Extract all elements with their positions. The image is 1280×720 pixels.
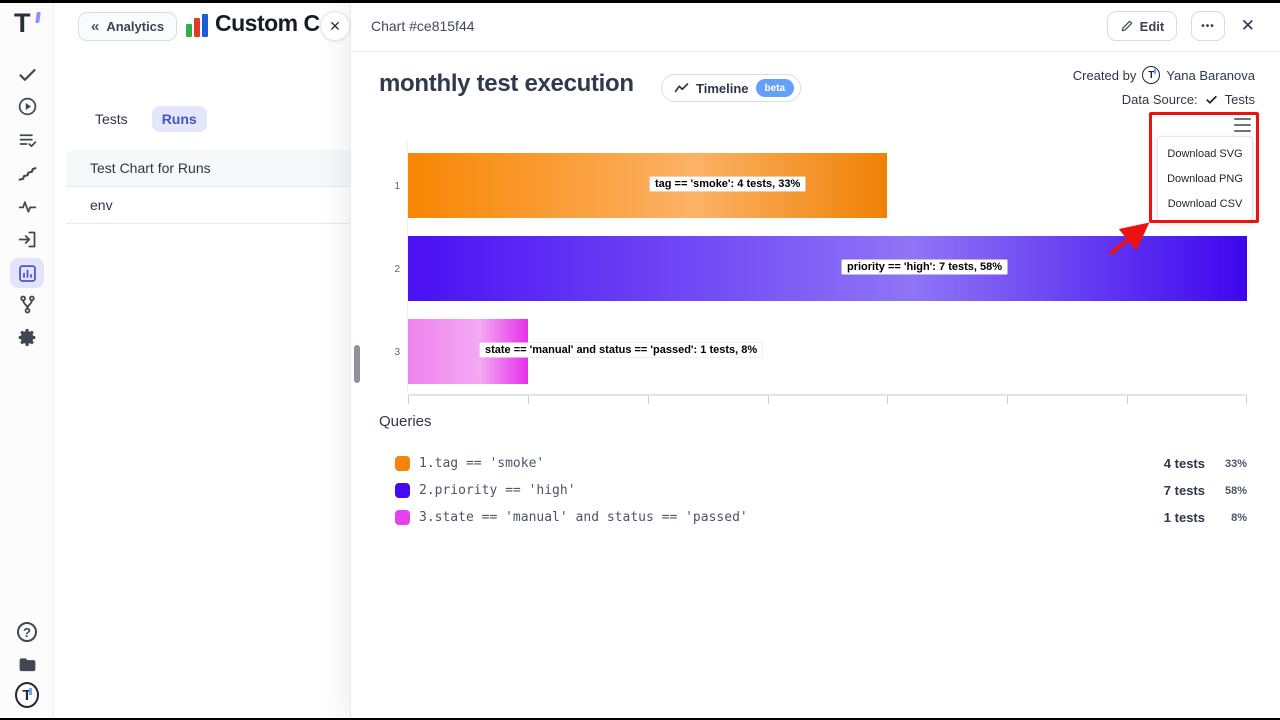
query-percentage: 8% (1205, 512, 1247, 524)
projects-icon[interactable] (15, 652, 39, 676)
created-by-row: Created by T Yana Baranova (1073, 66, 1255, 84)
chevrons-left-icon: « (91, 18, 99, 35)
tests-icon[interactable] (15, 62, 39, 86)
created-by-label: Created by (1073, 68, 1137, 83)
query-tests-count: 7 tests (1135, 483, 1205, 498)
settings-icon[interactable] (15, 325, 39, 349)
data-source-row: Data Source: Tests (1122, 92, 1255, 107)
swatch-indigo (395, 483, 410, 498)
chart-title: monthly test execution (379, 70, 634, 98)
bar-label-2: priority == 'high': 7 tests, 58% (842, 260, 1007, 274)
query-tests-count: 1 tests (1135, 510, 1205, 525)
charts-panel: « Analytics Custom C ✕ Tests Runs Test C… (54, 0, 350, 720)
help-icon[interactable]: ? (15, 620, 39, 644)
download-menu: Download SVG Download PNG Download CSV (1157, 136, 1253, 221)
creator-avatar: T (1142, 66, 1160, 84)
menu-item-download-png[interactable]: Download PNG (1158, 166, 1252, 191)
queries-legend: 1. tag == 'smoke' 4 tests 33% 2. priorit… (395, 450, 1247, 531)
swatch-magenta (395, 510, 410, 525)
list-item-env[interactable]: env (66, 187, 350, 224)
bar-priority-high (408, 236, 1247, 301)
check-icon (1205, 93, 1218, 106)
beta-badge: beta (756, 79, 795, 97)
query-row: 3. state == 'manual' and status == 'pass… (395, 504, 1247, 531)
close-icon: ✕ (1241, 16, 1255, 35)
bar-smoke (408, 153, 887, 218)
pencil-icon (1120, 19, 1134, 33)
bar-label-3: state == 'manual' and status == 'passed'… (480, 343, 762, 357)
panel-close-button[interactable]: ✕ (320, 11, 350, 41)
query-number: 3. (419, 510, 435, 525)
import-icon[interactable] (15, 227, 39, 251)
drawer-close-button[interactable]: ✕ (1239, 16, 1257, 36)
menu-item-download-csv[interactable]: Download CSV (1158, 191, 1252, 216)
back-button-label: Analytics (106, 19, 164, 34)
y-tick-2: 2 (382, 264, 400, 275)
chart-id-title: Chart #ce815f44 (371, 18, 475, 34)
query-percentage: 58% (1205, 485, 1247, 497)
edit-button[interactable]: Edit (1107, 11, 1178, 41)
app-logo[interactable]: T (14, 8, 30, 39)
y-tick-3: 3 (382, 347, 400, 358)
query-number: 1. (419, 456, 435, 471)
query-number: 2. (419, 483, 435, 498)
scrollbar-thumb[interactable] (354, 345, 360, 383)
panel-title: Custom C (215, 10, 327, 44)
queries-heading: Queries (379, 413, 432, 430)
timeline-label: Timeline (696, 81, 749, 96)
plans-icon[interactable] (15, 128, 39, 152)
back-to-analytics-button[interactable]: « Analytics (78, 12, 177, 41)
data-source-value: Tests (1225, 92, 1255, 107)
creator-name: Yana Baranova (1166, 68, 1255, 83)
user-avatar[interactable]: T (15, 683, 39, 707)
query-text: priority == 'high' (435, 483, 576, 498)
ellipsis-icon: ••• (1201, 21, 1215, 32)
analytics-icon[interactable] (10, 258, 44, 288)
swatch-orange (395, 456, 410, 471)
bar-chart-plot: 1 2 3 tag == 'smoke': 4 tests, 33% prior… (407, 140, 1247, 394)
milestones-icon[interactable] (15, 161, 39, 185)
x-axis (408, 394, 1247, 396)
timeline-toggle-button[interactable]: Timeline beta (661, 74, 801, 102)
y-tick-1: 1 (382, 181, 400, 192)
query-percentage: 33% (1205, 458, 1247, 470)
list-item-test-chart-for-runs[interactable]: Test Chart for Runs (66, 150, 350, 187)
query-tests-count: 4 tests (1135, 456, 1205, 471)
data-source-label: Data Source: (1122, 92, 1198, 107)
branches-icon[interactable] (15, 292, 39, 316)
icon-sidebar: T ? T (0, 0, 54, 720)
pulse-icon[interactable] (15, 194, 39, 218)
chart-drawer: Chart #ce815f44 Edit ••• ✕ monthly test … (350, 0, 1280, 720)
more-options-button[interactable]: ••• (1191, 11, 1225, 41)
trend-line-icon (674, 82, 689, 95)
edit-button-label: Edit (1140, 19, 1165, 34)
app-logo-accent (35, 12, 41, 23)
drawer-header: Chart #ce815f44 Edit ••• ✕ (351, 0, 1280, 52)
chart-list: Test Chart for Runs env (66, 150, 350, 224)
close-icon: ✕ (329, 18, 341, 35)
tabs: Tests Runs (85, 106, 207, 132)
tab-runs[interactable]: Runs (152, 106, 207, 132)
tab-tests[interactable]: Tests (85, 106, 138, 132)
bar-chart-emoji-icon (185, 13, 209, 39)
query-row: 1. tag == 'smoke' 4 tests 33% (395, 450, 1247, 477)
bar-label-1: tag == 'smoke': 4 tests, 33% (650, 177, 805, 191)
query-text: tag == 'smoke' (435, 456, 545, 471)
chart-menu-icon[interactable] (1234, 118, 1251, 132)
query-row: 2. priority == 'high' 7 tests 58% (395, 477, 1247, 504)
runs-icon[interactable] (15, 94, 39, 118)
query-text: state == 'manual' and status == 'passed' (435, 510, 748, 525)
screen-edge-top (0, 0, 1280, 3)
menu-item-download-svg[interactable]: Download SVG (1158, 141, 1252, 166)
